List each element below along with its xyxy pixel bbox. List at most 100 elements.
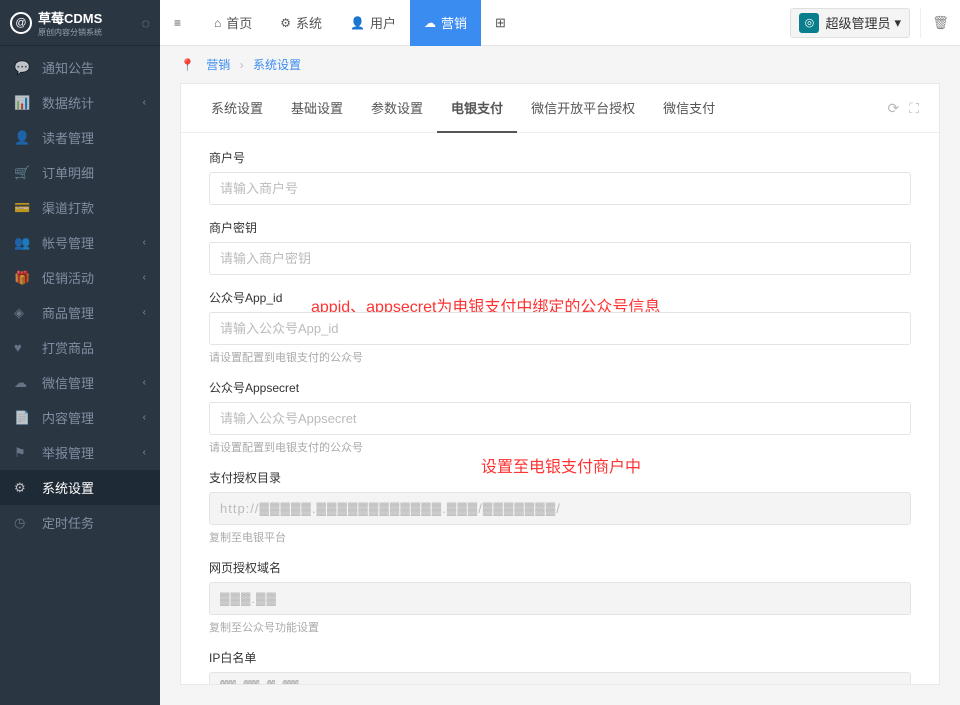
nav-label: 通知公告 bbox=[42, 58, 94, 77]
topnav-3[interactable]: ☁营销 bbox=[410, 0, 481, 46]
sidebar-item-11[interactable]: ⚑ 举报管理 ‹ bbox=[0, 435, 160, 470]
nav-label: 数据统计 bbox=[42, 93, 94, 112]
nav-label: 商品管理 bbox=[42, 303, 94, 322]
avatar: ◎ bbox=[799, 13, 819, 33]
chevron-left-icon: ‹ bbox=[143, 412, 146, 423]
fullscreen-icon[interactable]: ⛶ bbox=[909, 100, 919, 117]
tab-2[interactable]: 参数设置 bbox=[357, 84, 437, 132]
tab-4[interactable]: 微信开放平台授权 bbox=[517, 84, 649, 132]
nav-label: 帐号管理 bbox=[42, 233, 94, 252]
nav-icon: 👤 bbox=[14, 130, 32, 146]
nav-icon: 📊 bbox=[14, 95, 32, 111]
nav-icon: ☁ bbox=[14, 375, 32, 391]
chevron-left-icon: ‹ bbox=[143, 237, 146, 248]
nav-label: 定时任务 bbox=[42, 513, 94, 532]
nav-icon: ⚑ bbox=[14, 445, 32, 461]
nav-label: 打赏商品 bbox=[42, 338, 94, 357]
help-auth-dir: 复制至电银平台 bbox=[209, 529, 911, 545]
tabs: 系统设置基础设置参数设置电银支付微信开放平台授权微信支付 ⟳ ⛶ bbox=[181, 84, 939, 133]
sidebar-item-3[interactable]: 🛒 订单明细 bbox=[0, 155, 160, 190]
brand-sub: 原创内容分销系统 bbox=[38, 27, 102, 38]
brand-name: 草莓CDMS bbox=[38, 8, 102, 27]
nav-label: 订单明细 bbox=[42, 163, 94, 182]
input-merchant-id[interactable] bbox=[209, 172, 911, 205]
label-app-id: 公众号App_id bbox=[209, 289, 911, 306]
sidebar-item-13[interactable]: ◷ 定时任务 bbox=[0, 505, 160, 540]
help-app-id: 请设置配置到电银支付的公众号 bbox=[209, 349, 911, 365]
crumb-marketing[interactable]: 营销 bbox=[206, 58, 230, 72]
nav-label: 促销活动 bbox=[42, 268, 94, 287]
sidebar-item-0[interactable]: 💬 通知公告 bbox=[0, 50, 160, 85]
content-panel: 系统设置基础设置参数设置电银支付微信开放平台授权微信支付 ⟳ ⛶ 开通电银支付后… bbox=[180, 83, 940, 685]
trash-button[interactable]: 🗑 bbox=[920, 8, 950, 38]
sidebar-item-8[interactable]: ♥ 打赏商品 bbox=[0, 330, 160, 365]
nav-icon: 👥 bbox=[14, 235, 32, 251]
nav-label: 系统设置 bbox=[42, 478, 94, 497]
chevron-left-icon: ‹ bbox=[143, 272, 146, 283]
topnav-icon: ☁ bbox=[424, 16, 436, 30]
refresh-icon[interactable]: ⟳ bbox=[887, 100, 899, 117]
user-menu[interactable]: ◎ 超级管理员 ▾ bbox=[790, 8, 910, 38]
nav-icon: ♥ bbox=[14, 340, 32, 355]
nav-icon: 💳 bbox=[14, 200, 32, 216]
nav-label: 内容管理 bbox=[42, 408, 94, 427]
tab-3[interactable]: 电银支付 bbox=[437, 84, 517, 133]
nav-label: 渠道打款 bbox=[42, 198, 94, 217]
nav-icon: 🛒 bbox=[14, 165, 32, 181]
input-app-id[interactable] bbox=[209, 312, 911, 345]
sidebar-item-12[interactable]: ⚙ 系统设置 bbox=[0, 470, 160, 505]
form: 开通电银支付后，第三方提供 appid、appsecret为电银支付中绑定的公众… bbox=[181, 133, 939, 685]
crumb-settings[interactable]: 系统设置 bbox=[253, 58, 301, 72]
pin-icon: 📍 bbox=[180, 58, 195, 72]
main-area: ≡ ⌂首页⚙系统👤用户☁营销 ⊞ ◎ 超级管理员 ▾ 🗑 📍 营销 › 系统设置 bbox=[160, 0, 960, 705]
topbar: ≡ ⌂首页⚙系统👤用户☁营销 ⊞ ◎ 超级管理员 ▾ 🗑 bbox=[160, 0, 960, 46]
input-auth-domain[interactable] bbox=[209, 582, 911, 615]
sidebar-item-6[interactable]: 🎁 促销活动 ‹ bbox=[0, 260, 160, 295]
label-merchant-id: 商户号 bbox=[209, 149, 911, 166]
input-auth-dir[interactable] bbox=[209, 492, 911, 525]
help-auth-domain: 复制至公众号功能设置 bbox=[209, 619, 911, 635]
apps-button[interactable]: ⊞ bbox=[481, 0, 520, 46]
sidebar-nav: 💬 通知公告 📊 数据统计 ‹ 👤 读者管理 🛒 订单明细 💳 渠道打款 👥 帐号管理 ‹ 🎁 促销活动 ‹ ◈ 商… bbox=[0, 46, 160, 705]
sidebar-item-2[interactable]: 👤 读者管理 bbox=[0, 120, 160, 155]
tint-icon[interactable]: ◌ bbox=[142, 15, 150, 31]
input-app-secret[interactable] bbox=[209, 402, 911, 435]
breadcrumb: 📍 营销 › 系统设置 bbox=[160, 46, 960, 83]
sidebar-item-4[interactable]: 💳 渠道打款 bbox=[0, 190, 160, 225]
topnav-icon: ⌂ bbox=[214, 16, 221, 30]
nav-icon: 🎁 bbox=[14, 270, 32, 286]
tab-1[interactable]: 基础设置 bbox=[277, 84, 357, 132]
label-ip-whitelist: IP白名单 bbox=[209, 649, 911, 666]
tab-5[interactable]: 微信支付 bbox=[649, 84, 729, 132]
nav-icon: 💬 bbox=[14, 60, 32, 76]
brand-bar: @ 草莓CDMS 原创内容分销系统 ◌ bbox=[0, 0, 160, 46]
sidebar-item-7[interactable]: ◈ 商品管理 ‹ bbox=[0, 295, 160, 330]
nav-icon: ⚙ bbox=[14, 480, 32, 496]
label-auth-dir: 支付授权目录 bbox=[209, 469, 911, 486]
chevron-left-icon: ‹ bbox=[143, 447, 146, 458]
label-auth-domain: 网页授权域名 bbox=[209, 559, 911, 576]
topnav-icon: 👤 bbox=[350, 16, 365, 30]
sidebar-item-9[interactable]: ☁微信管理‹ bbox=[0, 365, 160, 400]
tab-0[interactable]: 系统设置 bbox=[197, 84, 277, 132]
label-app-secret: 公众号Appsecret bbox=[209, 379, 911, 396]
sidebar-item-5[interactable]: 👥 帐号管理 ‹ bbox=[0, 225, 160, 260]
input-merchant-secret[interactable] bbox=[209, 242, 911, 275]
topnav-0[interactable]: ⌂首页 bbox=[200, 0, 266, 46]
nav-label: 微信管理 bbox=[42, 373, 94, 392]
nav-icon: ◷ bbox=[14, 515, 32, 531]
chevron-left-icon: ‹ bbox=[143, 307, 146, 318]
nav-label: 读者管理 bbox=[42, 128, 94, 147]
topnav-2[interactable]: 👤用户 bbox=[336, 0, 410, 46]
input-ip-whitelist[interactable] bbox=[209, 672, 911, 685]
nav-icon: 📄 bbox=[14, 410, 32, 426]
sidebar-item-10[interactable]: 📄 内容管理 ‹ bbox=[0, 400, 160, 435]
topnav-1[interactable]: ⚙系统 bbox=[266, 0, 336, 46]
nav-label: 举报管理 bbox=[42, 443, 94, 462]
label-merchant-secret: 商户密钥 bbox=[209, 219, 911, 236]
nav-icon: ◈ bbox=[14, 305, 32, 321]
brand-icon: @ bbox=[10, 12, 32, 34]
sidebar-item-1[interactable]: 📊数据统计‹ bbox=[0, 85, 160, 120]
menu-toggle[interactable]: ≡ bbox=[160, 0, 200, 46]
user-name: 超级管理员 bbox=[825, 13, 890, 32]
